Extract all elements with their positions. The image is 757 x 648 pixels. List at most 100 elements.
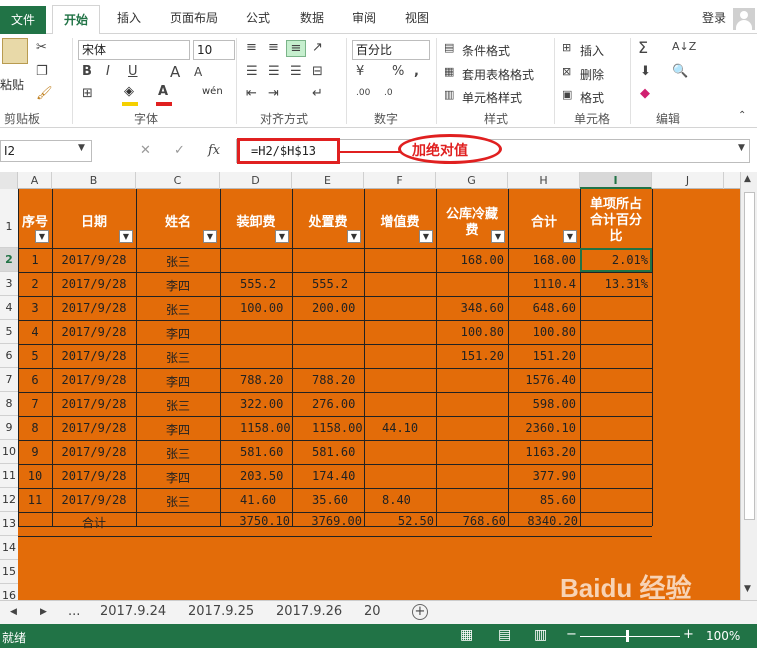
table-cell[interactable]: 张三 [136,349,220,366]
table-cell[interactable]: 3 [18,301,52,315]
table-cell[interactable]: 1110.4 [508,277,578,291]
table-cell[interactable]: 322.00 [240,397,292,411]
table-cell[interactable]: 9 [18,445,52,459]
table-cell[interactable]: 8.40 [382,493,436,507]
cell-styles-button[interactable]: 单元格样式 [462,89,522,106]
clipboard-icon[interactable] [2,38,28,64]
row-header[interactable]: 12 [0,488,18,512]
filter-dropdown-icon[interactable]: ▼ [119,230,133,243]
table-cell[interactable]: 555.2 [240,277,292,291]
table-cell[interactable]: 2017/9/28 [52,445,136,459]
column-header-c[interactable]: C [136,172,220,189]
table-cell[interactable]: 2017/9/28 [52,253,136,267]
zoom-in-button[interactable]: + [683,627,694,642]
table-cell[interactable]: 2017/9/28 [52,277,136,291]
insert-cells-button[interactable]: 插入 [580,42,604,59]
row-header[interactable]: 2 [0,248,18,272]
clear-icon[interactable]: ◆ [640,86,650,101]
font-size-select[interactable]: 10 [193,40,235,60]
conditional-format-button[interactable]: 条件格式 [462,42,510,59]
table-cell[interactable]: 李四 [136,277,220,294]
avatar[interactable] [733,8,755,30]
align-bottom-icon[interactable]: ≡ [286,40,306,57]
decrease-indent-icon[interactable]: ⇤ [246,86,257,101]
table-cell[interactable]: 张三 [136,397,220,414]
vertical-scrollbar[interactable]: ▲ ▼ [740,172,757,600]
table-cell[interactable]: 10 [18,469,52,483]
table-cell[interactable]: 151.20 [436,349,506,363]
column-header-b[interactable]: B [52,172,136,189]
row-header[interactable]: 3 [0,272,18,296]
table-cell[interactable]: 2 [18,277,52,291]
tab-formulas[interactable]: 公式 [246,9,270,26]
sheet-tab-4[interactable]: 20 [364,604,381,619]
align-center-icon[interactable]: ☰ [268,64,280,79]
font-grow-button[interactable]: A [170,63,180,81]
filter-dropdown-icon[interactable]: ▼ [491,230,505,243]
align-left-icon[interactable]: ☰ [246,64,258,79]
column-header-g[interactable]: G [436,172,508,189]
table-cell[interactable]: 1163.20 [508,445,578,459]
table-cell[interactable]: 788.20 [240,373,292,387]
next-sheet-icon[interactable]: ▶ [40,607,47,617]
row-header[interactable]: 13 [0,512,18,536]
column-header-i[interactable]: I [580,172,652,189]
worksheet[interactable]: 1234567891011121314151617序号日期姓名装卸费处置费增值费… [0,172,740,600]
cancel-icon[interactable]: ✕ [140,143,151,158]
table-cell[interactable]: 44.10 [382,421,436,435]
table-cell[interactable]: 7 [18,397,52,411]
autosum-icon[interactable]: Σ [638,38,648,57]
table-cell[interactable]: 168.00 [508,253,578,267]
bold-button[interactable]: B [82,64,92,79]
paste-button[interactable]: 粘贴 [0,76,24,93]
collapse-ribbon-icon[interactable]: ⌃ [738,110,746,121]
column-header-j[interactable]: J [652,172,724,189]
table-cell[interactable]: 8 [18,421,52,435]
table-cell[interactable]: 168.00 [436,253,506,267]
table-cell[interactable]: 100.00 [240,301,292,315]
filter-dropdown-icon[interactable]: ▼ [419,230,433,243]
filter-dropdown-icon[interactable]: ▼ [347,230,361,243]
table-cell[interactable]: 648.60 [508,301,578,315]
find-select-icon[interactable]: 🔍 [672,64,688,79]
column-header-a[interactable]: A [18,172,52,189]
format-painter-icon[interactable]: 🖌 [36,86,53,101]
table-cell[interactable]: 李四 [136,325,220,342]
table-cell[interactable]: 1 [18,253,52,267]
tab-home[interactable]: 开始 [52,5,100,35]
table-cell[interactable]: 1158.00 [312,421,364,435]
currency-button[interactable]: ¥ [356,64,364,79]
underline-button[interactable]: U [128,64,138,79]
table-cell[interactable]: 100.80 [508,325,578,339]
zoom-level[interactable]: 100% [706,629,740,643]
merge-center-icon[interactable]: ⊟ [312,64,323,79]
expand-formula-icon[interactable]: ▼ [738,143,745,153]
table-cell[interactable]: 张三 [136,445,220,462]
italic-button[interactable]: I [106,64,110,79]
table-cell[interactable]: 6 [18,373,52,387]
sheet-tab-1[interactable]: 2017.9.24 [100,604,166,619]
tab-file[interactable]: 文件 [0,6,46,34]
orientation-icon[interactable]: ↗ [312,40,323,55]
chevron-down-icon[interactable]: ▼ [78,143,85,153]
table-cell[interactable]: 张三 [136,301,220,318]
table-cell[interactable]: 11 [18,493,52,507]
wrap-text-icon[interactable]: ↵ [312,86,323,101]
table-cell[interactable]: 276.00 [312,397,364,411]
row-header[interactable]: 4 [0,296,18,320]
table-cell[interactable]: 李四 [136,373,220,390]
table-cell[interactable]: 1158.00 [240,421,292,435]
row-header[interactable]: 7 [0,368,18,392]
sheet-tab-more[interactable]: ... [68,604,80,619]
format-as-table-button[interactable]: 套用表格格式 [462,66,534,83]
tab-insert[interactable]: 插入 [117,9,141,26]
tab-data[interactable]: 数据 [300,9,324,26]
column-header-e[interactable]: E [292,172,364,189]
table-cell[interactable]: 555.2 [312,277,364,291]
scroll-thumb[interactable] [744,192,755,520]
scroll-up-icon[interactable]: ▲ [744,174,751,184]
selected-cell-i2[interactable] [580,248,652,272]
select-all-corner[interactable] [0,172,18,189]
zoom-out-button[interactable]: − [566,627,577,642]
increase-decimal-icon[interactable]: .00 [356,88,370,98]
